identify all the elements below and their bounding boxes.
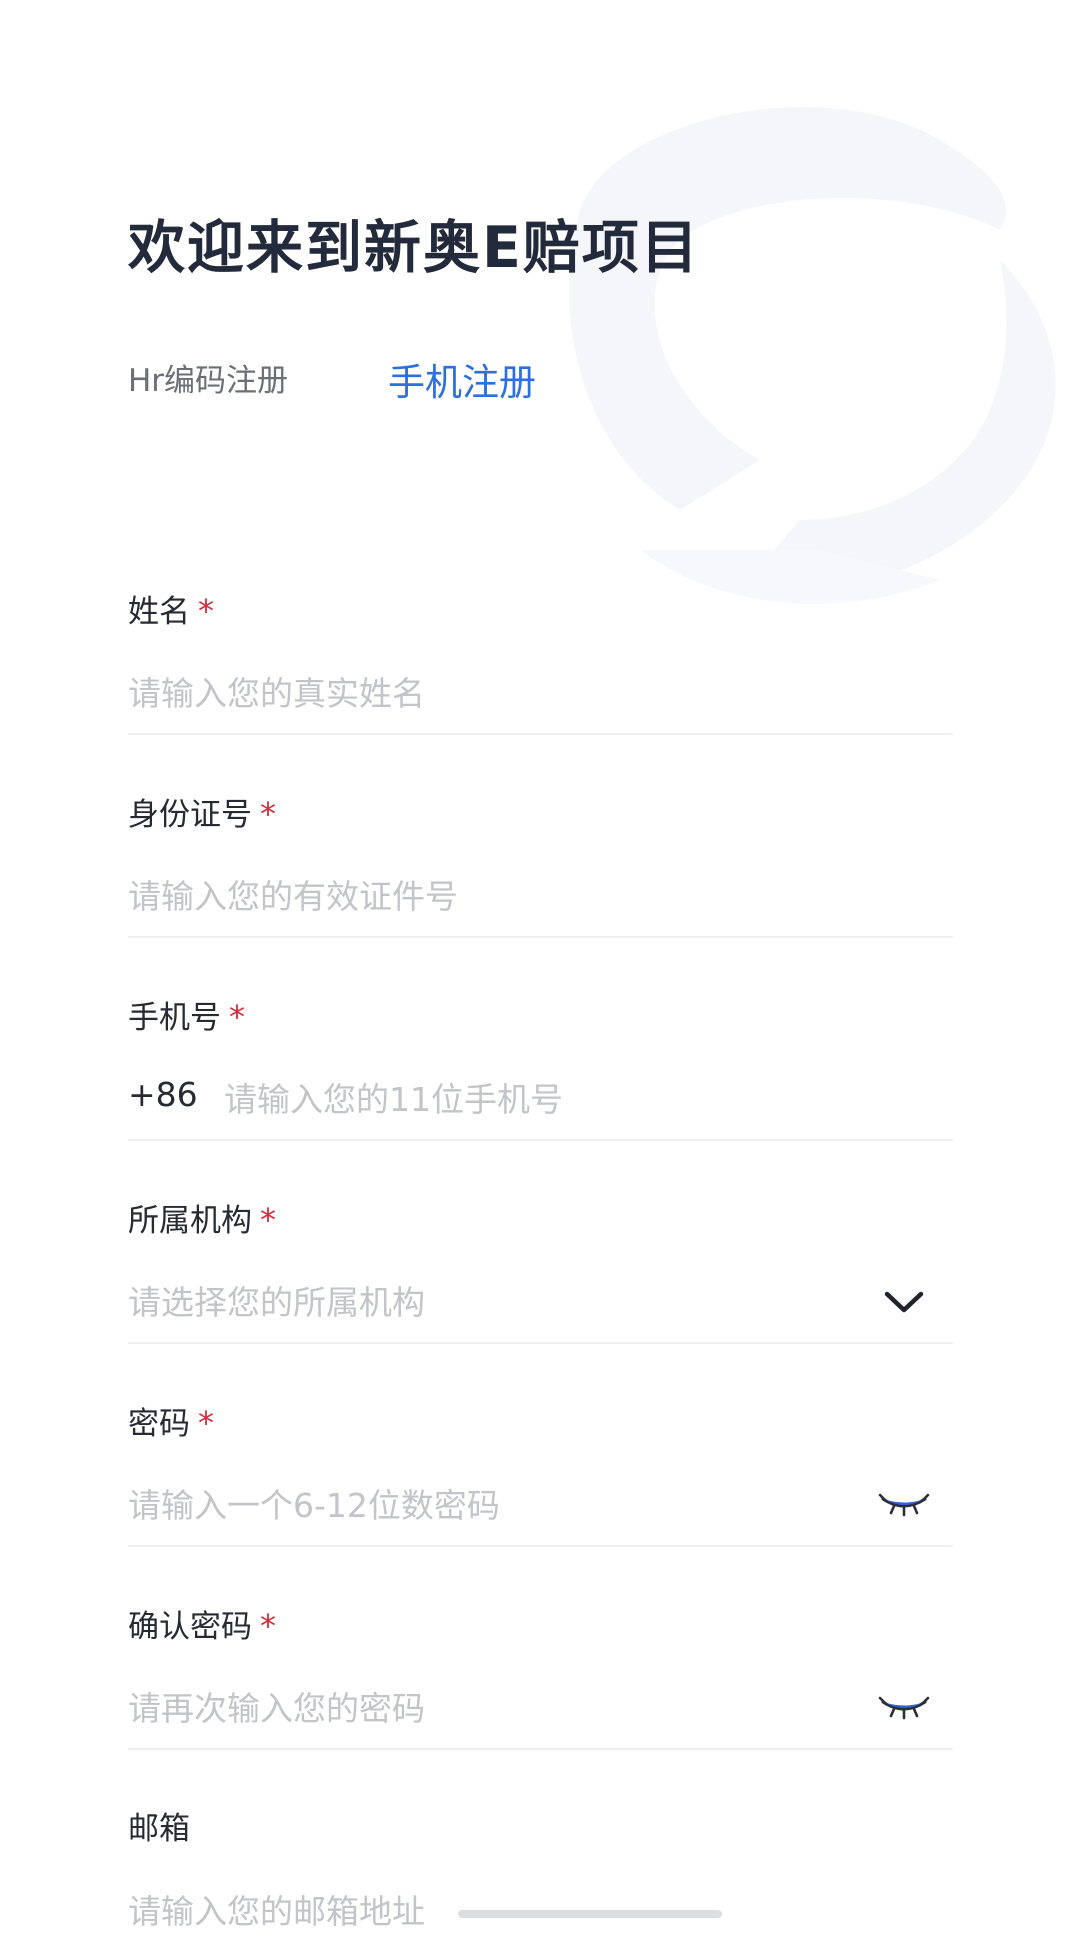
name-field: 姓名 *	[128, 591, 953, 794]
organization-select[interactable]	[128, 1270, 828, 1334]
required-mark: *	[198, 592, 214, 630]
confirm-password-input[interactable]	[128, 1676, 828, 1740]
confirm-password-field: 确认密码 *	[128, 1606, 953, 1809]
eye-closed-icon[interactable]	[877, 1483, 931, 1527]
home-indicator[interactable]	[458, 1910, 722, 1918]
phone-label: 手机号 *	[128, 998, 245, 1036]
id-number-input[interactable]	[128, 864, 828, 928]
password-input[interactable]	[128, 1473, 828, 1537]
divider	[128, 733, 953, 735]
password-field: 密码 *	[128, 1403, 953, 1606]
name-input[interactable]	[128, 661, 828, 725]
id-number-field: 身份证号 *	[128, 794, 953, 997]
divider	[128, 1139, 953, 1141]
background-logo-watermark	[520, 80, 1080, 640]
divider	[128, 1545, 953, 1547]
name-label: 姓名 *	[128, 592, 214, 630]
page-title: 欢迎来到新奥E赔项目	[128, 215, 700, 281]
divider	[128, 1342, 953, 1344]
required-mark: *	[198, 1404, 214, 1442]
phone-input[interactable]	[224, 1067, 828, 1131]
divider	[128, 936, 953, 938]
chevron-down-icon[interactable]	[877, 1280, 931, 1324]
password-label: 密码 *	[128, 1404, 214, 1442]
confirm-password-label: 确认密码 *	[128, 1607, 276, 1645]
divider	[128, 1748, 953, 1750]
id-number-label: 身份证号 *	[128, 795, 276, 833]
required-mark: *	[260, 1201, 276, 1239]
tab-hr-code-register[interactable]: Hr编码注册	[128, 355, 288, 400]
eye-closed-icon[interactable]	[877, 1686, 931, 1730]
organization-label: 所属机构 *	[128, 1201, 276, 1239]
country-code-prefix[interactable]: +86	[128, 1075, 198, 1114]
organization-field: 所属机构 *	[128, 1200, 953, 1403]
email-field: 邮箱	[128, 1809, 953, 1943]
required-mark: *	[260, 795, 276, 833]
tab-phone-register[interactable]: 手机注册	[388, 352, 536, 406]
required-mark: *	[229, 998, 245, 1036]
required-mark: *	[260, 1607, 276, 1645]
phone-field: 手机号 * +86	[128, 997, 953, 1200]
email-label: 邮箱	[128, 1811, 190, 1847]
